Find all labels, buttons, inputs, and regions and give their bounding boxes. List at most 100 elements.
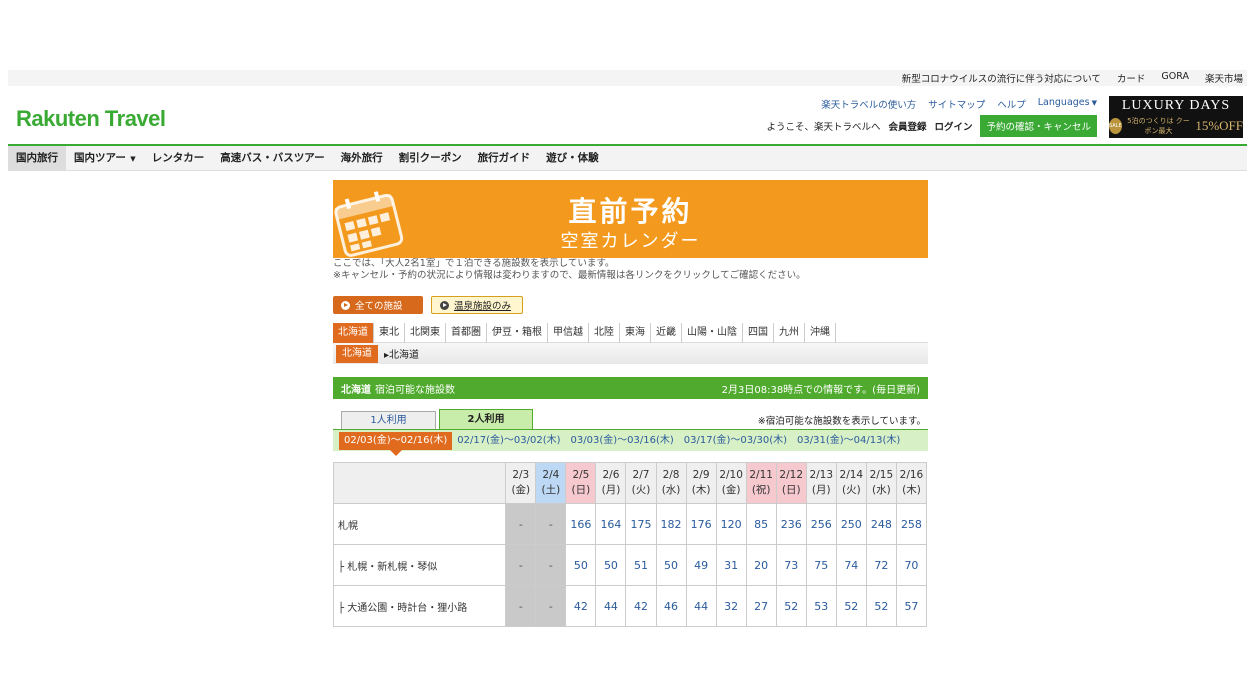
- region-tab-kyushu[interactable]: 九州: [774, 323, 805, 343]
- availability-count: -: [505, 503, 537, 545]
- register-link[interactable]: 会員登録: [888, 119, 926, 133]
- availability-count[interactable]: 70: [895, 544, 928, 586]
- availability-count[interactable]: 57: [895, 585, 928, 627]
- availability-count[interactable]: 20: [745, 544, 777, 586]
- availability-count[interactable]: 27: [745, 585, 777, 627]
- region-tab-sanyo-sanin[interactable]: 山陽・山陰: [682, 323, 743, 343]
- availability-count[interactable]: 250: [835, 503, 867, 545]
- luxury-discount: 15%OFF: [1195, 118, 1243, 133]
- region-tab-okinawa[interactable]: 沖縄: [805, 323, 836, 343]
- availability-count[interactable]: 53: [805, 585, 837, 627]
- availability-count[interactable]: 164: [595, 503, 627, 545]
- availability-count[interactable]: 236: [775, 503, 807, 545]
- date-header-weekday: (木): [691, 484, 711, 496]
- availability-count[interactable]: 258: [895, 503, 928, 545]
- availability-count[interactable]: 42: [565, 585, 597, 627]
- availability-count[interactable]: 42: [625, 585, 657, 627]
- languages-menu[interactable]: Languages ▼: [1038, 97, 1097, 111]
- rakuten-ichiba-link[interactable]: 楽天市場: [1205, 71, 1243, 85]
- availability-count[interactable]: 50: [565, 544, 597, 586]
- date-header: 2/7 (火): [625, 462, 657, 504]
- availability-count[interactable]: 52: [775, 585, 807, 627]
- availability-count[interactable]: 256: [805, 503, 837, 545]
- area-name[interactable]: ├ 札幌・新札幌・琴似: [332, 544, 507, 586]
- availability-count[interactable]: 44: [595, 585, 627, 627]
- availability-count[interactable]: 85: [745, 503, 777, 545]
- all-facilities-button[interactable]: 全ての施設: [333, 296, 423, 314]
- luxury-days-banner[interactable]: LUXURY DAYS SALE 5泊のつくりは クーポン最大 15%OFF: [1109, 96, 1243, 138]
- people-note: ※宿泊可能な施設数を表示しています。: [757, 416, 926, 427]
- utility-links: 新型コロナウイルスの流行に伴う対応について カード GORA 楽天市場: [902, 71, 1243, 85]
- availability-count[interactable]: 182: [655, 503, 687, 545]
- reservation-check-button[interactable]: 予約の確認・キャンセル: [980, 115, 1097, 137]
- date-range-tab-5[interactable]: 03/31(金)〜04/13(木): [792, 432, 905, 450]
- availability-count[interactable]: 46: [655, 585, 687, 627]
- login-link[interactable]: ログイン: [934, 119, 972, 133]
- covid-notice-link[interactable]: 新型コロナウイルスの流行に伴う対応について: [902, 71, 1101, 85]
- availability-count[interactable]: 44: [685, 585, 717, 627]
- nav-highway-bus[interactable]: 高速バス・バスツアー: [212, 146, 332, 171]
- availability-count[interactable]: 49: [685, 544, 717, 586]
- region-tab-kinki[interactable]: 近畿: [651, 323, 682, 343]
- availability-count[interactable]: 51: [625, 544, 657, 586]
- region-tab-shutoken[interactable]: 首都圏: [446, 323, 487, 343]
- date-range-tab-3[interactable]: 03/03(金)〜03/16(木): [566, 432, 679, 450]
- availability-count[interactable]: 72: [865, 544, 897, 586]
- facility-filter: 全ての施設 温泉施設のみ: [333, 296, 928, 314]
- availability-count[interactable]: 50: [655, 544, 687, 586]
- availability-count[interactable]: 50: [595, 544, 627, 586]
- region-tab-kitakanto[interactable]: 北関東: [405, 323, 446, 343]
- subregion-selected[interactable]: ▸北海道: [384, 346, 419, 361]
- nav-rental-car[interactable]: レンタカー: [144, 146, 213, 171]
- region-tab-shikoku[interactable]: 四国: [743, 323, 774, 343]
- region-tab-tokai[interactable]: 東海: [620, 323, 651, 343]
- last-minute-banner: 直前予約 空室カレンダー: [333, 180, 928, 258]
- nav-travel-guide[interactable]: 旅行ガイド: [470, 146, 539, 171]
- availability-count[interactable]: 120: [715, 503, 747, 545]
- date-range-tab-1[interactable]: 02/03(金)〜02/16(木): [339, 431, 453, 456]
- help-link[interactable]: ヘルプ: [997, 97, 1026, 111]
- availability-count[interactable]: 75: [805, 544, 837, 586]
- note-line-2: ※キャンセル・予約の状況により情報は変わりますので、最新情報は各リンクをクリック…: [333, 270, 806, 281]
- nav-activities[interactable]: 遊び・体験: [538, 146, 607, 171]
- availability-count[interactable]: 52: [865, 585, 897, 627]
- how-to-use-link[interactable]: 楽天トラベルの使い方: [821, 97, 916, 111]
- onsen-only-button[interactable]: 温泉施設のみ: [431, 296, 523, 314]
- date-range-tab-4[interactable]: 03/17(金)〜03/30(木): [679, 432, 792, 450]
- region-tab-hokkaido[interactable]: 北海道: [333, 323, 374, 343]
- availability-count[interactable]: 74: [835, 544, 867, 586]
- subregion-tag[interactable]: 北海道: [336, 344, 378, 363]
- availability-count[interactable]: 248: [865, 503, 897, 545]
- date-range-tab-2[interactable]: 02/17(金)〜03/02(木): [452, 432, 565, 450]
- card-link[interactable]: カード: [1117, 71, 1146, 85]
- banner-subtitle: 空室カレンダー: [560, 231, 701, 252]
- nav-domestic-travel[interactable]: 国内旅行: [8, 145, 66, 171]
- availability-table: 2/3 (金) 2/4 (土) 2/5 (日) 2/6 (月) 2/7 (火) 2/8 (水) 2/9 (…: [332, 462, 928, 627]
- region-tab-hokuriku[interactable]: 北陸: [589, 323, 620, 343]
- date-header-weekday: (日): [781, 484, 801, 496]
- availability-count[interactable]: 73: [775, 544, 807, 586]
- nav-overseas-travel[interactable]: 海外旅行: [333, 146, 391, 171]
- area-name[interactable]: 札幌: [332, 503, 507, 545]
- rakuten-travel-logo[interactable]: Rakuten Travel: [16, 106, 166, 132]
- sitemap-link[interactable]: サイトマップ: [928, 97, 985, 111]
- nav-domestic-tour[interactable]: 国内ツアー ▼: [66, 146, 144, 171]
- area-name[interactable]: ├ 大通公園・時計台・狸小路: [332, 585, 507, 627]
- availability-count[interactable]: 175: [625, 503, 657, 545]
- availability-count[interactable]: 52: [835, 585, 867, 627]
- region-tab-izu-hakone[interactable]: 伊豆・箱根: [487, 323, 548, 343]
- availability-count[interactable]: 166: [565, 503, 597, 545]
- region-tab-koshinetsu[interactable]: 甲信越: [548, 323, 589, 343]
- table-body: 札幌 - -166 164 175 182 176 120 85 236 256 250 248 258 ├…: [332, 503, 928, 627]
- availability-count[interactable]: 31: [715, 544, 747, 586]
- gora-link[interactable]: GORA: [1161, 71, 1189, 85]
- people-tabs: 1人利用 2人利用 ※宿泊可能な施設数を表示しています。: [333, 409, 928, 429]
- nav-discount-coupon[interactable]: 割引クーポン: [391, 146, 470, 171]
- date-header-day: 2/15: [869, 469, 894, 481]
- availability-count[interactable]: 176: [685, 503, 717, 545]
- region-tab-tohoku[interactable]: 東北: [374, 323, 405, 343]
- availability-count[interactable]: 32: [715, 585, 747, 627]
- tab-two-persons[interactable]: 2人利用: [439, 409, 533, 429]
- tab-one-person[interactable]: 1人利用: [341, 411, 436, 429]
- date-header-weekday: (火): [631, 484, 651, 496]
